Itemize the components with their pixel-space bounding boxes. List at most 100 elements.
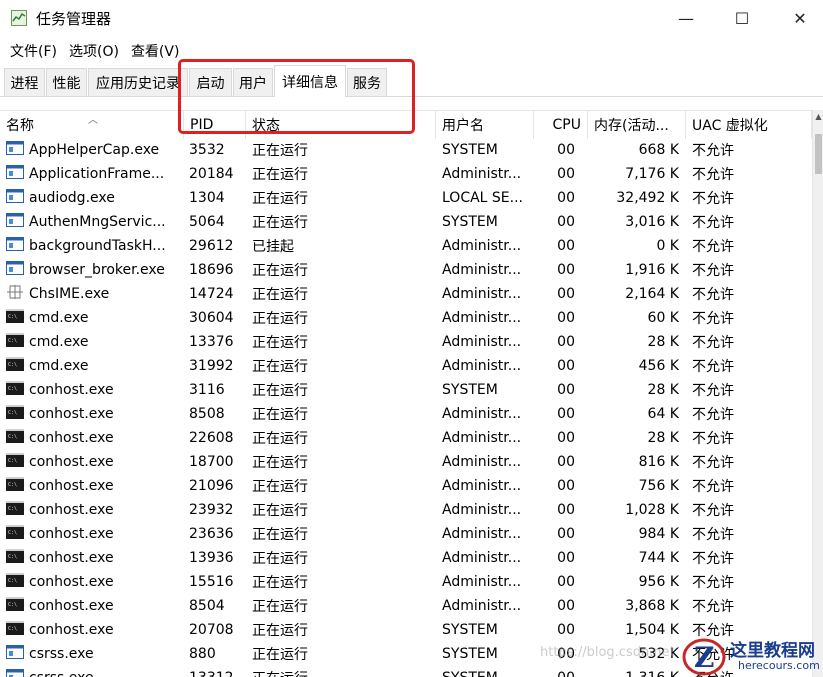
table-row[interactable]: audiodg.exe 1304 正在运行 LOCAL SE... 00 32,492 K…	[0, 186, 812, 210]
pid-cell: 3116	[189, 382, 225, 398]
memory-cell: 456 K	[638, 358, 679, 374]
tab-app-history[interactable]: 应用历史记录	[88, 68, 188, 96]
status-cell: 正在运行	[252, 503, 308, 519]
pid-cell: 20708	[189, 622, 234, 638]
svg-text:Z: Z	[694, 641, 714, 674]
table-row[interactable]: C:\ conhost.exe 21096 正在运行 Administr... 00 756…	[0, 474, 812, 498]
memory-cell: 32,492 K	[616, 190, 679, 206]
column-header-name-label: 名称	[6, 118, 34, 134]
username-cell: LOCAL SE...	[442, 190, 524, 206]
console-icon: C:\	[6, 429, 29, 447]
svg-text:C:\: C:\	[8, 386, 17, 392]
table-row[interactable]: browser_broker.exe 18696 正在运行 Administr... 0…	[0, 258, 812, 282]
scroll-thumb[interactable]	[815, 134, 822, 174]
table-row[interactable]: AppHelperCap.exe 3532 正在运行 SYSTEM 00 668 K 不允许	[0, 138, 812, 162]
status-cell: 正在运行	[252, 527, 308, 543]
username-cell: Administr...	[442, 310, 522, 326]
uac-cell: 不允许	[692, 527, 734, 543]
vertical-scrollbar[interactable]: ▲	[812, 110, 823, 677]
table-row[interactable]: ApplicationFrame... 20184 正在运行 Administr...…	[0, 162, 812, 186]
close-button[interactable]: ✕	[777, 0, 823, 37]
table-row[interactable]: C:\ cmd.exe 31992 正在运行 Administr... 00 456 K 不允…	[0, 354, 812, 378]
console-icon: C:\	[6, 309, 29, 327]
uac-cell: 不允许	[692, 287, 734, 303]
table-row[interactable]: C:\ conhost.exe 13936 正在运行 Administr... 00 744…	[0, 546, 812, 570]
table-row[interactable]: AuthenMngServic... 5064 正在运行 SYSTEM 00 3,016 …	[0, 210, 812, 234]
uac-cell: 不允许	[692, 503, 734, 519]
status-cell: 正在运行	[252, 335, 308, 351]
sort-ascending-icon: ︿	[88, 115, 98, 126]
watermark-text: https://blog.csdn.net	[540, 645, 675, 660]
tab-performance[interactable]: 性能	[46, 68, 87, 96]
title-bar: 任务管理器 — ☐ ✕	[0, 0, 823, 37]
table-row[interactable]: C:\ conhost.exe 22608 正在运行 Administr... 00 28 …	[0, 426, 812, 450]
table-row[interactable]: C:\ conhost.exe 23636 正在运行 Administr... 00 984…	[0, 522, 812, 546]
uac-cell: 不允许	[692, 575, 734, 591]
table-row[interactable]: C:\ conhost.exe 8508 正在运行 Administr... 00 64 K…	[0, 402, 812, 426]
table-row[interactable]: C:\ cmd.exe 30604 正在运行 Administr... 00 60 K 不允许	[0, 306, 812, 330]
cpu-cell: 00	[557, 310, 575, 326]
uac-cell: 不允许	[692, 359, 734, 375]
cpu-cell: 00	[557, 598, 575, 614]
status-cell: 已挂起	[252, 239, 294, 255]
column-header-memory[interactable]: 内存(活动...	[588, 111, 686, 139]
memory-cell: 7,176 K	[625, 166, 679, 182]
svg-text:C:\: C:\	[8, 410, 17, 416]
memory-cell: 816 K	[638, 454, 679, 470]
table-row[interactable]: backgroundTaskH... 29612 已挂起 Administr... 00…	[0, 234, 812, 258]
site-logo: Z 这里教程网 herecours.com	[680, 633, 823, 677]
username-cell: SYSTEM	[442, 666, 534, 677]
console-icon: C:\	[6, 381, 29, 399]
process-name: cmd.exe	[29, 334, 89, 350]
username-cell: Administr...	[442, 478, 522, 494]
column-header-username[interactable]: 用户名	[436, 111, 534, 139]
table-row[interactable]: C:\ conhost.exe 23932 正在运行 Administr... 00 1,0…	[0, 498, 812, 522]
maximize-button[interactable]: ☐	[719, 0, 765, 37]
table-row[interactable]: C:\ conhost.exe 8504 正在运行 Administr... 00 3,86…	[0, 594, 812, 618]
scroll-up-arrow-icon[interactable]: ▲	[813, 112, 823, 126]
column-header-cpu[interactable]: CPU	[534, 111, 588, 139]
uac-cell: 不允许	[692, 215, 734, 231]
process-name-cell: ChsIME.exe	[6, 282, 184, 306]
status-cell: 正在运行	[252, 359, 308, 375]
username-cell: SYSTEM	[442, 382, 498, 398]
svg-text:C:\: C:\	[8, 458, 17, 464]
process-name-cell: C:\ conhost.exe	[6, 474, 184, 498]
menu-file[interactable]: 文件(F)	[10, 41, 57, 61]
column-header-name[interactable]: 名称 ︿	[0, 111, 184, 139]
memory-cell: 0 K	[656, 238, 679, 254]
table-row[interactable]: C:\ cmd.exe 13376 正在运行 Administr... 00 28 K 不允许	[0, 330, 812, 354]
tab-processes[interactable]: 进程	[4, 68, 45, 96]
cpu-cell: 00	[557, 526, 575, 542]
pid-cell: 23636	[189, 526, 234, 542]
process-name-cell: C:\ conhost.exe	[6, 450, 184, 474]
username-cell: Administr...	[442, 454, 522, 470]
table-row[interactable]: C:\ conhost.exe 3116 正在运行 SYSTEM 00 28 K 不允许	[0, 378, 812, 402]
memory-cell: 956 K	[638, 574, 679, 590]
column-header-uac[interactable]: UAC 虚拟化	[686, 111, 812, 139]
cpu-cell: 00	[557, 286, 575, 302]
svg-text:C:\: C:\	[8, 626, 17, 632]
uac-cell: 不允许	[692, 431, 734, 447]
memory-cell: 756 K	[638, 478, 679, 494]
status-cell: 正在运行	[252, 599, 308, 615]
table-row[interactable]: ChsIME.exe 14724 正在运行 Administr... 00 2,164 K…	[0, 282, 812, 306]
pid-cell: 18696	[189, 262, 234, 278]
process-name: conhost.exe	[29, 430, 114, 446]
svg-text:C:\: C:\	[8, 434, 17, 440]
svg-text:C:\: C:\	[8, 314, 17, 320]
cpu-cell: 00	[557, 454, 575, 470]
process-name: audiodg.exe	[29, 190, 115, 206]
process-name: backgroundTaskH...	[29, 238, 166, 254]
memory-cell: 744 K	[638, 550, 679, 566]
menu-options[interactable]: 选项(O)	[69, 41, 119, 61]
svg-text:C:\: C:\	[8, 578, 17, 584]
process-name: AuthenMngServic...	[29, 214, 166, 230]
process-name-cell: C:\ conhost.exe	[6, 498, 184, 522]
table-row[interactable]: C:\ conhost.exe 18700 正在运行 Administr... 00 816…	[0, 450, 812, 474]
minimize-button[interactable]: —	[663, 0, 709, 37]
table-row[interactable]: C:\ conhost.exe 15516 正在运行 Administr... 00 956…	[0, 570, 812, 594]
menu-view[interactable]: 查看(V)	[131, 41, 180, 61]
console-icon: C:\	[6, 333, 29, 351]
console-icon: C:\	[6, 549, 29, 567]
